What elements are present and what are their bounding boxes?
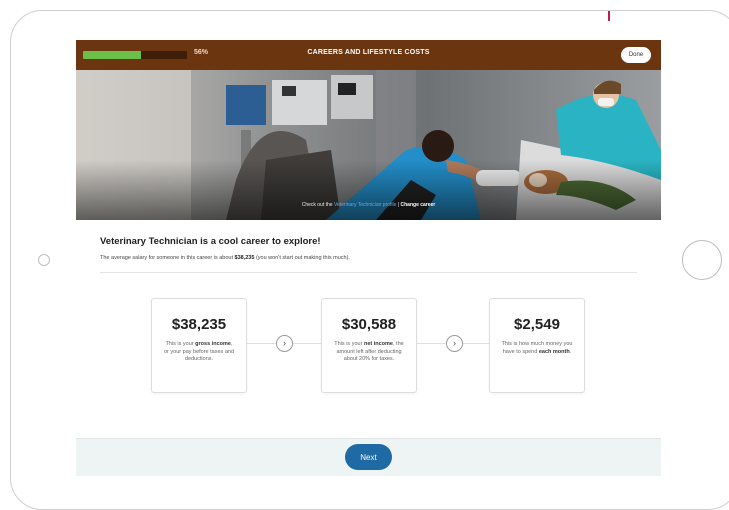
vet-clinic-photo [76, 70, 661, 220]
power-button [608, 11, 610, 21]
monthly-income-card: $2,549 This is how much money you have t… [489, 298, 585, 393]
net-income-desc-start: This is your [334, 341, 363, 347]
chevron-right-icon: › [446, 335, 463, 352]
monthly-income-amount: $2,549 [514, 316, 560, 333]
gross-income-card: $38,235 This is your gross income, or yo… [151, 298, 247, 393]
caption-separator: | [397, 202, 400, 208]
footer-bar: Next [76, 438, 661, 476]
done-button[interactable]: Done [621, 47, 651, 63]
salary-summary: The average salary for someone in this c… [100, 255, 350, 261]
divider [100, 272, 637, 273]
home-button[interactable] [682, 240, 722, 280]
hero-caption-text: Check out the [301, 202, 333, 208]
app-screen: 56% CAREERS AND LIFESTYLE COSTS Done Che… [76, 40, 661, 476]
gross-income-amount: $38,235 [171, 316, 227, 333]
net-income-description: This is your net income, the amount left… [333, 341, 405, 364]
change-career-link[interactable]: Change career [401, 202, 436, 208]
monthly-income-description: This is how much money you have to spend… [501, 341, 573, 356]
hero-image: Check out the Veterinary Technician prof… [76, 70, 661, 220]
chevron-right-icon: › [276, 335, 293, 352]
monthly-income-desc-end: . [569, 348, 572, 355]
career-headline: Veterinary Technician is a cool career t… [100, 236, 321, 247]
net-income-card: $30,588 This is your net income, the amo… [321, 298, 417, 393]
net-income-desc-bold: net income [363, 341, 393, 347]
salary-breakdown: Veterinary Technician is a cool career t… [76, 220, 661, 438]
salary-summary-prefix: The average salary for someone in this c… [100, 255, 233, 261]
net-income-amount: $30,588 [341, 316, 397, 333]
salary-summary-suffix: (you won't start out making this much). [255, 255, 350, 261]
monthly-income-desc-bold: each month [538, 348, 570, 355]
gross-income-desc-start: This is your [165, 341, 194, 347]
gross-income-desc-bold: gross income [195, 341, 231, 347]
salary-summary-amount: $38,235 [234, 255, 255, 261]
next-button[interactable]: Next [345, 444, 392, 470]
camera-icon [38, 254, 50, 266]
hero-caption: Check out the Veterinary Technician prof… [76, 202, 661, 208]
page-title: CAREERS AND LIFESTYLE COSTS [307, 49, 430, 56]
career-profile-link[interactable]: Veterinary Technician profile [334, 202, 396, 208]
header-bar: 56% CAREERS AND LIFESTYLE COSTS Done [76, 40, 661, 70]
gross-income-description: This is your gross income, or your pay b… [163, 341, 235, 364]
